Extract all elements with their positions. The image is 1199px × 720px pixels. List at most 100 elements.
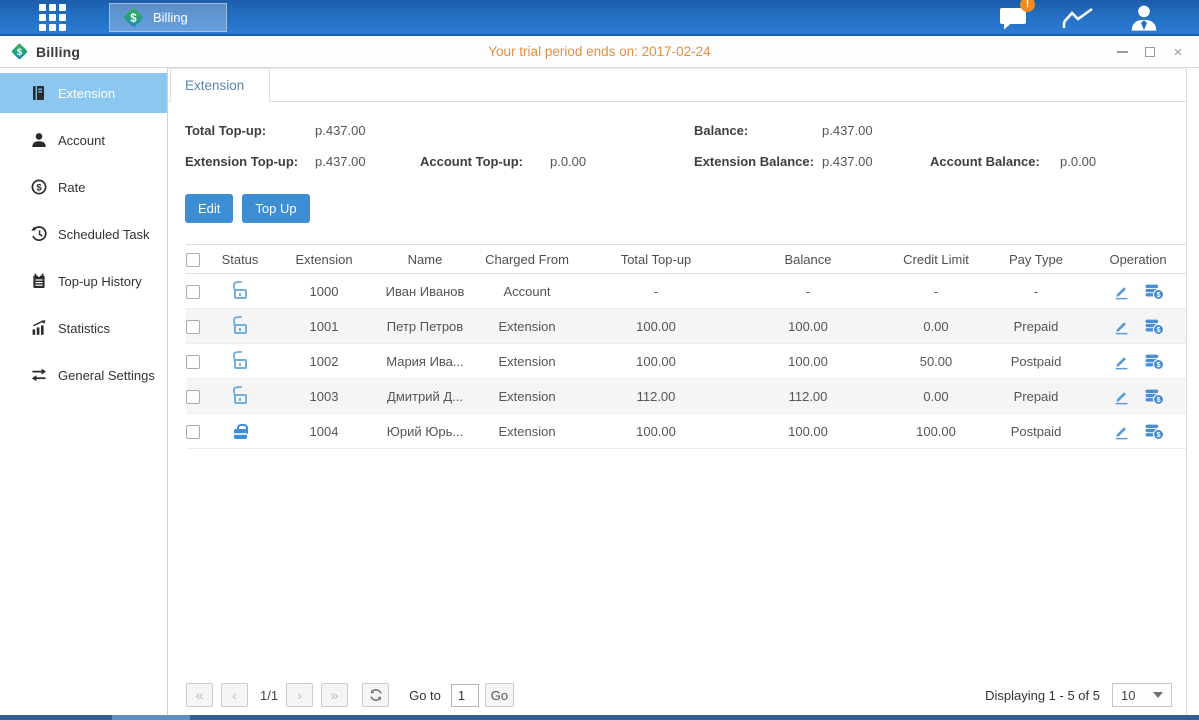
sidebar-item-account[interactable]: Account (0, 120, 167, 160)
edit-button[interactable]: Edit (185, 194, 233, 223)
row-checkbox[interactable] (186, 285, 200, 299)
last-page-button[interactable]: » (321, 683, 348, 707)
cell-extension: 1004 (266, 424, 382, 439)
next-page-button[interactable]: › (286, 683, 313, 707)
extensions-table: Status Extension Name Charged From Total… (186, 244, 1186, 449)
cell-credit-limit: 50.00 (890, 354, 982, 369)
top-app-bar: $ Billing ! (0, 0, 1199, 36)
maximize-button[interactable] (1143, 45, 1157, 59)
lock-status-icon[interactable] (234, 394, 247, 404)
user-icon (1129, 4, 1159, 31)
cell-extension: 1001 (266, 319, 382, 334)
top-up-button[interactable]: Top Up (242, 194, 309, 223)
svg-text:$: $ (130, 12, 137, 24)
row-checkbox[interactable] (186, 355, 200, 369)
cell-charged-from: Account (468, 284, 586, 299)
extension-topup-value: p.437.00 (315, 154, 420, 169)
prev-page-button[interactable]: ‹ (221, 683, 248, 707)
cell-balance: 100.00 (726, 424, 890, 439)
total-topup-value: p.437.00 (315, 123, 420, 138)
refresh-icon (369, 688, 383, 702)
page-size-select[interactable]: 10 (1112, 683, 1172, 707)
table-row: 1000 Иван Иванов Account - - - - $ (186, 274, 1186, 309)
topup-row-icon[interactable]: $ (1145, 283, 1164, 300)
cell-name: Дмитрий Д... (382, 389, 468, 404)
refresh-button[interactable] (362, 683, 389, 707)
billing-app-tab[interactable]: $ Billing (109, 3, 227, 32)
rate-dollar-icon: $ (30, 179, 47, 196)
cell-total-topup: 100.00 (586, 319, 726, 334)
row-checkbox[interactable] (186, 425, 200, 439)
topup-row-icon[interactable]: $ (1145, 388, 1164, 405)
pagination-bar: « ‹ 1/1 › » Go to Go Displaying 1 - 5 of… (186, 682, 1172, 708)
sidebar-item-label: Top-up History (58, 274, 142, 289)
col-balance: Balance (726, 252, 890, 267)
topup-row-icon[interactable]: $ (1145, 423, 1164, 440)
row-checkbox[interactable] (186, 390, 200, 404)
goto-page-input[interactable] (451, 684, 479, 707)
app-launcher-icon[interactable] (37, 2, 67, 32)
edit-row-icon[interactable] (1113, 318, 1130, 335)
account-topup-value: p.0.00 (550, 154, 694, 169)
sidebar-item-general-settings[interactable]: General Settings (0, 355, 167, 395)
sidebar-item-label: Scheduled Task (58, 227, 150, 242)
notification-badge: ! (1020, 0, 1035, 12)
tab-extension[interactable]: Extension (170, 68, 270, 102)
go-button[interactable]: Go (485, 683, 514, 707)
lock-status-icon[interactable] (234, 324, 247, 334)
topup-row-icon[interactable]: $ (1145, 318, 1164, 335)
minimize-button[interactable] (1115, 45, 1129, 59)
general-settings-sliders-icon (30, 367, 47, 384)
cell-credit-limit: 0.00 (890, 319, 982, 334)
table-row: 1001 Петр Петров Extension 100.00 100.00… (186, 309, 1186, 344)
close-button[interactable]: × (1171, 45, 1185, 59)
user-menu-button[interactable] (1129, 4, 1159, 31)
cell-credit-limit: 0.00 (890, 389, 982, 404)
sidebar-item-topup-history[interactable]: Top-up History (0, 261, 167, 301)
lock-status-icon[interactable] (234, 359, 247, 369)
cell-charged-from: Extension (468, 424, 586, 439)
messages-button[interactable]: ! (999, 4, 1028, 30)
extension-balance-value: p.437.00 (822, 154, 930, 169)
sidebar-item-rate[interactable]: $ Rate (0, 167, 167, 207)
first-page-button[interactable]: « (186, 683, 213, 707)
window-title-bar: $ Billing Your trial period ends on: 201… (0, 36, 1199, 68)
sidebar-item-scheduled-task[interactable]: Scheduled Task (0, 214, 167, 254)
account-topup-label: Account Top-up: (420, 154, 550, 169)
lock-status-icon[interactable] (234, 429, 247, 439)
extension-ledger-icon (30, 85, 47, 102)
sidebar-item-statistics[interactable]: Statistics (0, 308, 167, 348)
edit-row-icon[interactable] (1113, 423, 1130, 440)
sidebar-item-extension[interactable]: Extension (0, 73, 167, 113)
edit-row-icon[interactable] (1113, 388, 1130, 405)
account-person-icon (30, 132, 47, 149)
account-balance-label: Account Balance: (930, 154, 1060, 169)
svg-text:$: $ (1156, 395, 1160, 404)
cell-pay-type: Prepaid (982, 389, 1090, 404)
cell-balance: 100.00 (726, 319, 890, 334)
col-charged-from: Charged From (468, 252, 586, 267)
select-all-checkbox[interactable] (186, 253, 200, 267)
cell-total-topup: 100.00 (586, 424, 726, 439)
balance-label: Balance: (694, 123, 822, 138)
reports-button[interactable] (1062, 5, 1095, 30)
lock-status-icon[interactable] (234, 289, 247, 299)
cell-charged-from: Extension (468, 389, 586, 404)
billing-summary: Total Top-up: p.437.00 Balance: p.437.00… (168, 102, 1186, 177)
svg-text:$: $ (1156, 360, 1160, 369)
edit-row-icon[interactable] (1113, 353, 1130, 370)
balance-value: p.437.00 (822, 123, 930, 138)
account-balance-value: p.0.00 (1060, 154, 1096, 169)
cell-pay-type: - (982, 284, 1090, 299)
topup-row-icon[interactable]: $ (1145, 353, 1164, 370)
table-row: 1004 Юрий Юрь... Extension 100.00 100.00… (186, 414, 1186, 449)
row-checkbox[interactable] (186, 320, 200, 334)
main-panel: Extension Total Top-up: p.437.00 Balance… (168, 68, 1187, 715)
cell-pay-type: Postpaid (982, 354, 1090, 369)
cell-pay-type: Prepaid (982, 319, 1090, 334)
edit-row-icon[interactable] (1113, 283, 1130, 300)
cell-name: Иван Иванов (382, 284, 468, 299)
sidebar-item-label: Extension (58, 86, 115, 101)
cell-extension: 1003 (266, 389, 382, 404)
goto-label: Go to (409, 688, 441, 703)
